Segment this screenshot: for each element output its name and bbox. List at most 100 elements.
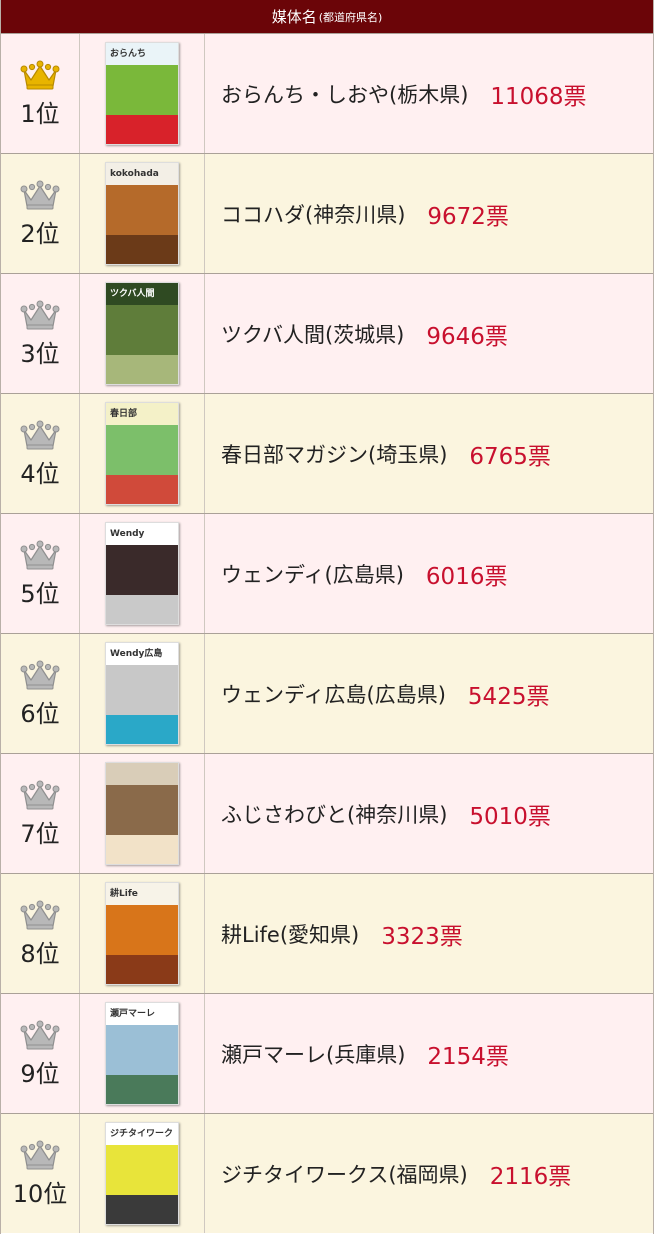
- magazine-cover-image: kokohada: [105, 162, 179, 265]
- table-row: 5位 Wendy ウェンディ(広島県) 6016票: [1, 513, 653, 633]
- silver-crown-icon: [20, 780, 60, 810]
- silver-crown-icon: [20, 1140, 60, 1170]
- media-name: ウェンディ(広島県): [221, 562, 404, 587]
- rank-label: 7位: [20, 820, 60, 848]
- magazine-cover-image: ジチタイワークス: [105, 1122, 179, 1225]
- vote-count: 5425票: [467, 683, 550, 710]
- ranking-rows: 1位 おらんち おらんち・しおや(栃木県) 11068票 2位 kokohada ココハダ(…: [1, 33, 653, 1233]
- media-info: ウェンディ(広島県) 6016票: [205, 514, 653, 633]
- rank-label: 6位: [20, 700, 60, 728]
- rank-label: 2位: [20, 220, 60, 248]
- silver-crown-icon: [20, 660, 60, 690]
- cover-cell: kokohada: [80, 154, 205, 273]
- cover-cell: 春日部: [80, 394, 205, 513]
- cover-masthead: ツクバ人間: [110, 289, 155, 299]
- table-row: 6位 Wendy広島 ウェンディ広島(広島県) 5425票: [1, 633, 653, 753]
- rank-cell: 6位: [1, 634, 80, 753]
- ranking-table: 媒体名 (都道府県名) 1位 おらんち おらんち・しおや(栃木県) 11068票 2位 ko…: [0, 0, 654, 1234]
- table-row: 1位 おらんち おらんち・しおや(栃木県) 11068票: [1, 33, 653, 153]
- media-info: ココハダ(神奈川県) 9672票: [205, 154, 653, 273]
- rank-label: 9位: [20, 1060, 60, 1088]
- cover-cell: 瀬戸マーレ: [80, 994, 205, 1113]
- cover-masthead: ジチタイワークス: [110, 1129, 174, 1139]
- table-row: 10位 ジチタイワークス ジチタイワークス(福岡県) 2116票: [1, 1113, 653, 1233]
- cover-masthead: おらんち: [110, 49, 147, 59]
- magazine-cover-image: [105, 762, 179, 865]
- table-row: 8位 耕Life 耕Life(愛知県) 3323票: [1, 873, 653, 993]
- media-name: ウェンディ広島(広島県): [221, 682, 446, 707]
- vote-count: 5010票: [469, 803, 551, 830]
- rank-cell: 5位: [1, 514, 80, 633]
- rank-label: 4位: [20, 460, 60, 488]
- silver-crown-icon: [20, 1020, 60, 1050]
- media-name: ツクバ人間(茨城県): [221, 322, 405, 347]
- magazine-cover-image: 瀬戸マーレ: [105, 1002, 179, 1105]
- rank-cell: 9位: [1, 994, 80, 1113]
- rank-cell: 8位: [1, 874, 80, 993]
- vote-count: 11068票: [490, 83, 587, 110]
- magazine-cover-image: ツクバ人間: [105, 282, 179, 385]
- rank-label: 8位: [20, 940, 60, 968]
- cover-masthead: 耕Life: [110, 889, 138, 899]
- cover-masthead: 瀬戸マーレ: [110, 1009, 156, 1019]
- media-name: おらんち・しおや(栃木県): [221, 82, 469, 107]
- rank-cell: 2位: [1, 154, 80, 273]
- magazine-cover-image: 春日部: [105, 402, 179, 505]
- cover-masthead: Wendy広島: [110, 649, 163, 659]
- gold-crown-icon: [20, 60, 60, 90]
- media-info: 春日部マガジン(埼玉県) 6765票: [205, 394, 653, 513]
- table-row: 9位 瀬戸マーレ 瀬戸マーレ(兵庫県) 2154票: [1, 993, 653, 1113]
- rank-label: 3位: [20, 340, 60, 368]
- cover-cell: [80, 754, 205, 873]
- media-info: 耕Life(愛知県) 3323票: [205, 874, 653, 993]
- rank-cell: 7位: [1, 754, 80, 873]
- cover-cell: Wendy: [80, 514, 205, 633]
- media-name: 瀬戸マーレ(兵庫県): [221, 1042, 406, 1067]
- magazine-cover-image: おらんち: [105, 42, 179, 145]
- table-row: 4位 春日部 春日部マガジン(埼玉県) 6765票: [1, 393, 653, 513]
- silver-crown-icon: [20, 180, 60, 210]
- cover-cell: おらんち: [80, 34, 205, 153]
- table-header: 媒体名 (都道府県名): [1, 0, 653, 33]
- vote-count: 6016票: [425, 563, 508, 590]
- cover-masthead: Wendy: [110, 529, 145, 539]
- silver-crown-icon: [20, 900, 60, 930]
- media-info: ツクバ人間(茨城県) 9646票: [205, 274, 653, 393]
- rank-cell: 1位: [1, 34, 80, 153]
- cover-cell: Wendy広島: [80, 634, 205, 753]
- media-name: ココハダ(神奈川県): [221, 202, 406, 227]
- rank-label: 10位: [12, 1180, 68, 1208]
- rank-label: 1位: [20, 100, 60, 128]
- cover-cell: ツクバ人間: [80, 274, 205, 393]
- rank-cell: 3位: [1, 274, 80, 393]
- media-info: ウェンディ広島(広島県) 5425票: [205, 634, 653, 753]
- cover-cell: 耕Life: [80, 874, 205, 993]
- magazine-cover-image: 耕Life: [105, 882, 179, 985]
- silver-crown-icon: [20, 300, 60, 330]
- cover-masthead: [110, 767, 174, 781]
- rank-label: 5位: [20, 580, 60, 608]
- media-info: ふじさわびと(神奈川県) 5010票: [205, 754, 653, 873]
- table-row: 7位 ふじさわびと(神奈川県) 5010票: [1, 753, 653, 873]
- vote-count: 9646票: [426, 323, 508, 350]
- rank-cell: 10位: [1, 1114, 80, 1233]
- vote-count: 9672票: [427, 203, 509, 230]
- silver-crown-icon: [20, 540, 60, 570]
- media-name: 耕Life(愛知県): [221, 922, 360, 947]
- media-name: 春日部マガジン(埼玉県): [221, 442, 448, 467]
- rank-cell: 4位: [1, 394, 80, 513]
- media-info: 瀬戸マーレ(兵庫県) 2154票: [205, 994, 653, 1113]
- magazine-cover-image: Wendy広島: [105, 642, 179, 745]
- header-title: 媒体名: [271, 8, 317, 26]
- silver-crown-icon: [20, 420, 60, 450]
- cover-masthead: 春日部: [110, 409, 138, 419]
- media-info: ジチタイワークス(福岡県) 2116票: [205, 1114, 653, 1233]
- magazine-cover-image: Wendy: [105, 522, 179, 625]
- cover-masthead: kokohada: [110, 169, 159, 179]
- media-info: おらんち・しおや(栃木県) 11068票: [205, 34, 653, 153]
- vote-count: 6765票: [469, 443, 551, 470]
- media-name: ふじさわびと(神奈川県): [221, 802, 448, 827]
- cover-cell: ジチタイワークス: [80, 1114, 205, 1233]
- media-name: ジチタイワークス(福岡県): [221, 1162, 468, 1187]
- vote-count: 3323票: [381, 923, 463, 950]
